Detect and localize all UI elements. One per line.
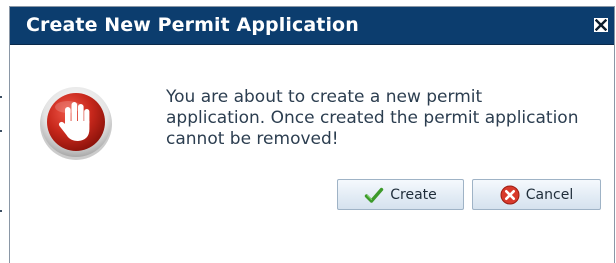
checkmark-icon [365, 187, 384, 203]
close-icon [595, 19, 607, 31]
screen: Create New Permit Application You are ab… [0, 0, 616, 263]
stop-hand-icon [38, 85, 114, 161]
background-edge [0, 130, 2, 132]
cancel-button[interactable]: Cancel [472, 179, 601, 210]
dialog-message: You are about to create a new permit app… [166, 87, 579, 149]
cancel-x-icon [500, 185, 520, 204]
dialog-titlebar: Create New Permit Application [10, 7, 614, 45]
create-button-label: Create [390, 186, 437, 203]
background-edge [0, 210, 2, 212]
create-permit-dialog: Create New Permit Application You are ab… [9, 6, 615, 263]
create-button[interactable]: Create [337, 179, 464, 210]
cancel-button-label: Cancel [525, 186, 574, 203]
background-edge [0, 96, 2, 98]
close-button[interactable] [593, 17, 609, 33]
dialog-title: Create New Permit Application [26, 14, 359, 36]
